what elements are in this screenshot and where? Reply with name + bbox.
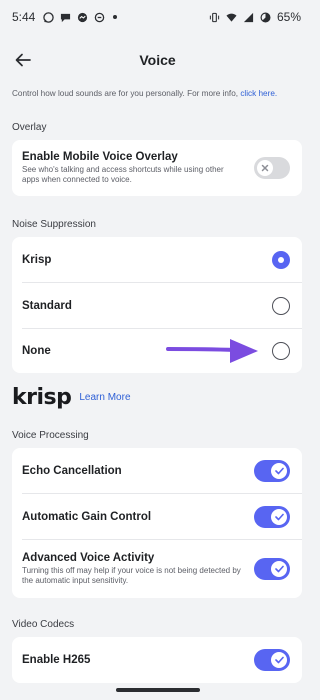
radio-krisp[interactable]: [272, 250, 290, 269]
noise-option-krisp[interactable]: Krisp: [12, 237, 302, 282]
chat-bubble-icon: [61, 13, 71, 22]
check-icon: [274, 656, 284, 664]
overlay-toggle[interactable]: [254, 157, 290, 179]
toggle-knob: [271, 561, 287, 577]
status-time: 5:44: [12, 10, 36, 24]
signal-icon: [243, 12, 254, 22]
page-title: Voice: [139, 52, 176, 68]
mobile-voice-overlay-row[interactable]: Enable Mobile Voice Overlay See who's ta…: [12, 140, 302, 196]
info-description: Control how loud sounds are for you pers…: [12, 89, 239, 98]
voice-processing-card: Echo Cancellation Automatic Gain Control…: [12, 448, 302, 598]
app-header: Voice: [0, 38, 315, 82]
radio-none[interactable]: [272, 342, 290, 360]
sync-icon: [95, 12, 105, 22]
toggle-knob: [271, 652, 287, 668]
section-label-noise-suppression: Noise Suppression: [12, 219, 96, 230]
radio-standard[interactable]: [272, 296, 290, 315]
notification-dot-icon: [113, 15, 118, 19]
overlay-description: See who's talking and access shortcuts w…: [22, 165, 224, 184]
voice-activity-label: Advanced Voice Activity: [22, 552, 155, 564]
check-icon: [274, 513, 284, 520]
check-icon: [274, 565, 284, 573]
voice-activity-description: Turning this off may help if your voice …: [22, 566, 241, 585]
enable-h265-row[interactable]: Enable H265: [12, 637, 302, 683]
advanced-voice-activity-row[interactable]: Advanced Voice Activity Turning this off…: [12, 540, 302, 598]
vibrate-icon: [209, 12, 220, 22]
krisp-logo: krisp: [12, 384, 72, 410]
krisp-row: krisp Learn More: [12, 384, 131, 410]
toggle-knob: [271, 508, 287, 525]
battery-icon: [260, 12, 271, 22]
battery-percentage: 65%: [276, 10, 301, 24]
voice-activity-toggle[interactable]: [254, 558, 290, 580]
toggle-knob: [257, 160, 273, 176]
video-codecs-card: Enable H265: [12, 637, 302, 683]
noise-option-label: Standard: [22, 299, 72, 312]
check-icon: [274, 467, 284, 474]
echo-cancellation-label: Echo Cancellation: [22, 464, 122, 477]
noise-option-label: Krisp: [22, 253, 52, 266]
overlay-text: Enable Mobile Voice Overlay See who's ta…: [22, 151, 254, 185]
h265-label: Enable H265: [22, 654, 91, 666]
status-bar: 5:44 65%: [0, 0, 315, 34]
messenger-icon: [78, 12, 88, 22]
whatsapp-icon: [43, 11, 55, 23]
noise-option-standard[interactable]: Standard: [12, 283, 302, 328]
arrow-left-icon: [15, 53, 31, 67]
gain-control-label: Automatic Gain Control: [22, 510, 152, 523]
section-label-video-codecs: Video Codecs: [12, 619, 75, 630]
h265-toggle[interactable]: [254, 649, 290, 671]
toggle-knob: [271, 462, 287, 479]
wifi-icon: [226, 13, 237, 22]
x-icon: [261, 164, 269, 172]
automatic-gain-control-row[interactable]: Automatic Gain Control: [12, 494, 302, 539]
info-text: Control how loud sounds are for you pers…: [12, 89, 307, 98]
overlay-card: Enable Mobile Voice Overlay See who's ta…: [12, 140, 302, 196]
section-label-overlay: Overlay: [12, 122, 47, 133]
section-label-voice-processing: Voice Processing: [12, 430, 89, 441]
echo-cancellation-toggle[interactable]: [254, 459, 290, 482]
gain-control-toggle[interactable]: [254, 505, 290, 528]
learn-more-link[interactable]: Learn More: [79, 392, 130, 403]
voice-activity-text: Advanced Voice Activity Turning this off…: [22, 552, 254, 586]
annotation-arrow-icon: [166, 339, 258, 363]
home-indicator[interactable]: [116, 688, 200, 692]
overlay-title: Enable Mobile Voice Overlay: [22, 151, 178, 163]
back-button[interactable]: [12, 49, 34, 71]
click-here-link[interactable]: click here.: [240, 89, 277, 98]
echo-cancellation-row[interactable]: Echo Cancellation: [12, 448, 302, 493]
